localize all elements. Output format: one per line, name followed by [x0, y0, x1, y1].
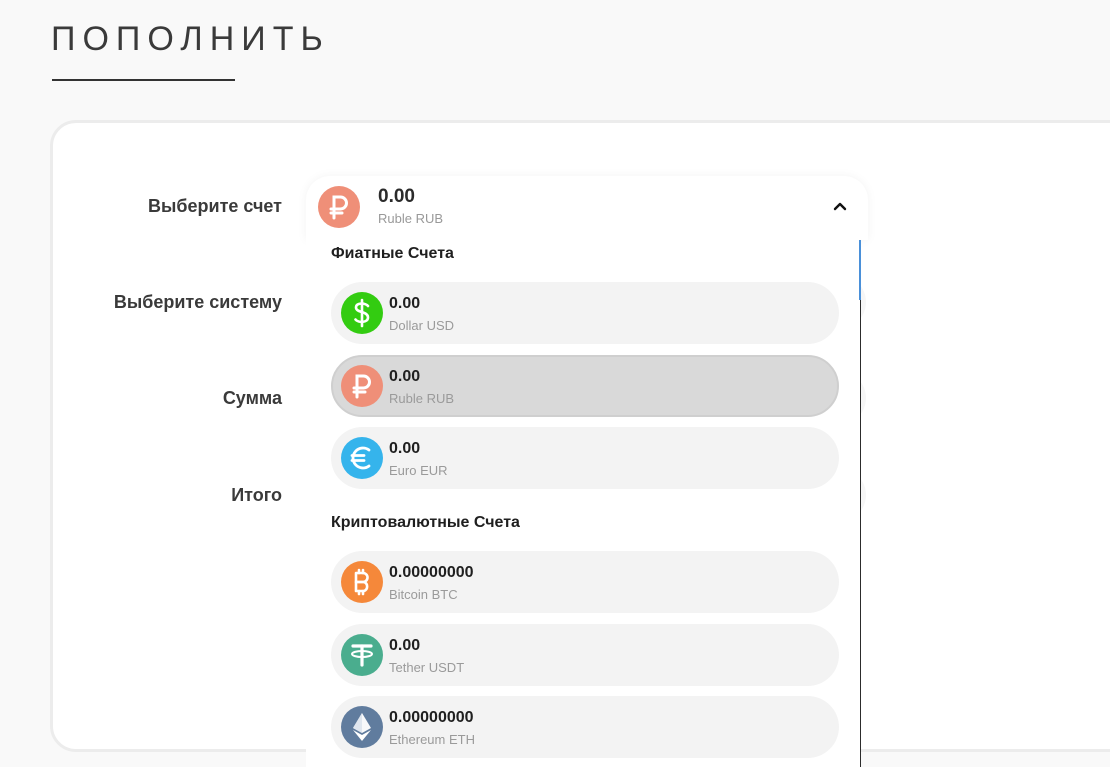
account-amount: 0.00000000 — [389, 709, 474, 726]
title-underline — [52, 79, 235, 81]
bitcoin-icon — [341, 561, 383, 603]
account-amount: 0.00 — [389, 637, 421, 654]
account-option-usd[interactable]: 0.00 Dollar USD — [331, 282, 839, 344]
account-amount: 0.00 — [389, 368, 421, 385]
label-select-account: Выберите счет — [148, 196, 282, 216]
account-option-eth[interactable]: 0.00000000 Ethereum ETH — [331, 696, 839, 758]
account-option-rub[interactable]: 0.00 Ruble RUB — [331, 355, 839, 417]
tether-icon — [341, 634, 383, 676]
chevron-up-icon[interactable] — [830, 196, 850, 216]
ethereum-icon — [341, 706, 383, 748]
dropdown-scrollbar[interactable] — [859, 240, 861, 300]
selected-account-amount: 0.00 — [378, 186, 415, 207]
group-title-fiat: Фиатные Счета — [331, 245, 454, 262]
account-amount: 0.00000000 — [389, 564, 474, 581]
page-title: ПОПОЛНИТЬ — [51, 20, 330, 58]
account-amount: 0.00 — [389, 440, 421, 457]
account-dropdown: Фиатные Счета 0.00 Dollar USD 0.00 Ruble… — [306, 240, 861, 767]
euro-icon — [341, 437, 383, 479]
selected-account-name: Ruble RUB — [378, 211, 444, 226]
label-select-system: Выберите систему — [113, 292, 282, 312]
account-name: Dollar USD — [389, 318, 455, 333]
ruble-icon — [318, 186, 360, 228]
ruble-icon — [341, 365, 383, 407]
account-option-eur[interactable]: 0.00 Euro EUR — [331, 427, 839, 489]
label-total: Итого — [231, 485, 282, 505]
account-option-btc[interactable]: 0.00000000 Bitcoin BTC — [331, 551, 839, 613]
dollar-icon — [341, 292, 383, 334]
account-amount: 0.00 — [389, 295, 421, 312]
account-name: Ethereum ETH — [389, 732, 475, 747]
label-amount: Сумма — [222, 388, 282, 408]
group-title-crypto: Криптовалютные Счета — [331, 514, 520, 531]
account-select[interactable]: 0.00 Ruble RUB — [306, 176, 868, 240]
account-name: Ruble RUB — [389, 391, 455, 406]
account-name: Tether USDT — [389, 660, 465, 675]
account-option-usdt[interactable]: 0.00 Tether USDT — [331, 624, 839, 686]
account-name: Euro EUR — [389, 463, 448, 478]
account-name: Bitcoin BTC — [389, 587, 458, 602]
